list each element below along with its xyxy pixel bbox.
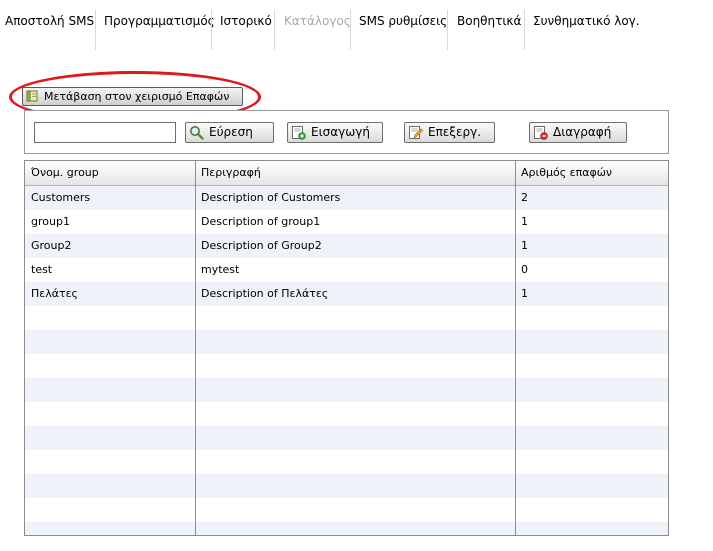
empty-table-row: [25, 474, 668, 498]
contact-count-cell: 1: [521, 215, 528, 228]
nav-item-send-sms[interactable]: Αποστολή SMS: [5, 14, 94, 50]
book-icon: [26, 90, 38, 102]
nav-separator: [95, 10, 96, 50]
column-header-contact-count[interactable]: Αριθμός επαφών: [515, 161, 668, 185]
edit-button-label: Επεξεργ.: [428, 125, 482, 139]
table-row[interactable]: group1 Description of group1 1: [25, 210, 668, 234]
nav-item-sms-settings[interactable]: SMS ρυθμίσεις: [359, 14, 447, 50]
description-cell: Description of Customers: [201, 191, 341, 204]
toolbar: Εύρεση Εισαγωγή Επεξεργ. Διαγραφή: [24, 110, 669, 154]
nav-separator: [524, 10, 525, 50]
column-header-group-name[interactable]: Όνομ. group: [25, 161, 195, 185]
search-input[interactable]: [34, 122, 176, 143]
delete-button[interactable]: Διαγραφή: [529, 122, 627, 143]
empty-table-row: [25, 354, 668, 378]
group-name-cell: test: [31, 263, 53, 276]
delete-button-label: Διαγραφή: [553, 125, 612, 139]
groups-table: Όνομ. group Περιγραφή Αριθμός επαφών Cus…: [24, 160, 669, 536]
column-divider[interactable]: [515, 161, 516, 535]
top-nav: Αποστολή SMS Προγραμματισμός Ιστορικό Κα…: [0, 0, 713, 50]
column-header-description[interactable]: Περιγραφή: [195, 161, 515, 185]
search-button-label: Εύρεση: [209, 125, 253, 139]
nav-separator: [447, 10, 448, 50]
search-button[interactable]: Εύρεση: [185, 122, 274, 143]
table-row[interactable]: Πελάτες Description of Πελάτες 1: [25, 282, 668, 306]
nav-item-scheduling[interactable]: Προγραμματισμός: [104, 14, 215, 50]
group-name-cell: Customers: [31, 191, 91, 204]
nav-separator: [211, 10, 212, 50]
table-row[interactable]: test mytest 0: [25, 258, 668, 282]
nav-separator: [274, 10, 275, 50]
empty-table-row: [25, 330, 668, 354]
table-row[interactable]: Customers Description of Customers 2: [25, 186, 668, 210]
column-divider[interactable]: [195, 161, 196, 535]
group-name-cell: Πελάτες: [31, 287, 79, 300]
add-document-icon: [292, 126, 306, 140]
empty-table-row: [25, 426, 668, 450]
nav-item-password[interactable]: Συνθηματικό λογ.: [533, 14, 640, 50]
go-to-contacts-label: Μετάβαση στον χειρισμό Επαφών: [44, 90, 230, 103]
table-row[interactable]: Group2 Description of Group2 1: [25, 234, 668, 258]
insert-button-label: Εισαγωγή: [311, 125, 371, 139]
description-cell: Description of group1: [201, 215, 321, 228]
group-name-cell: Group2: [31, 239, 72, 252]
table-body: Customers Description of Customers 2 gro…: [25, 186, 668, 535]
contact-count-cell: 1: [521, 239, 528, 252]
contact-count-cell: 1: [521, 287, 528, 300]
nav-item-catalog: Κατάλογος: [284, 14, 351, 28]
nav-item-utilities[interactable]: Βοηθητικά: [457, 14, 521, 50]
table-header: Όνομ. group Περιγραφή Αριθμός επαφών: [25, 161, 668, 186]
contact-count-cell: 0: [521, 263, 528, 276]
go-to-contacts-button[interactable]: Μετάβαση στον χειρισμό Επαφών: [22, 87, 243, 106]
edit-document-icon: [409, 126, 423, 139]
description-cell: Description of Πελάτες: [201, 287, 329, 300]
group-name-cell: group1: [31, 215, 70, 228]
magnifier-icon: [190, 126, 204, 140]
empty-table-row: [25, 522, 668, 535]
description-cell: Description of Group2: [201, 239, 322, 252]
empty-table-row: [25, 498, 668, 522]
edit-button[interactable]: Επεξεργ.: [404, 122, 495, 143]
empty-table-row: [25, 402, 668, 426]
nav-separator: [350, 10, 351, 50]
nav-item-history[interactable]: Ιστορικό: [220, 14, 272, 50]
empty-table-row: [25, 450, 668, 474]
empty-table-row: [25, 378, 668, 402]
description-cell: mytest: [201, 263, 240, 276]
delete-document-icon: [534, 126, 548, 140]
empty-table-row: [25, 306, 668, 330]
contact-count-cell: 2: [521, 191, 528, 204]
insert-button[interactable]: Εισαγωγή: [287, 122, 383, 143]
